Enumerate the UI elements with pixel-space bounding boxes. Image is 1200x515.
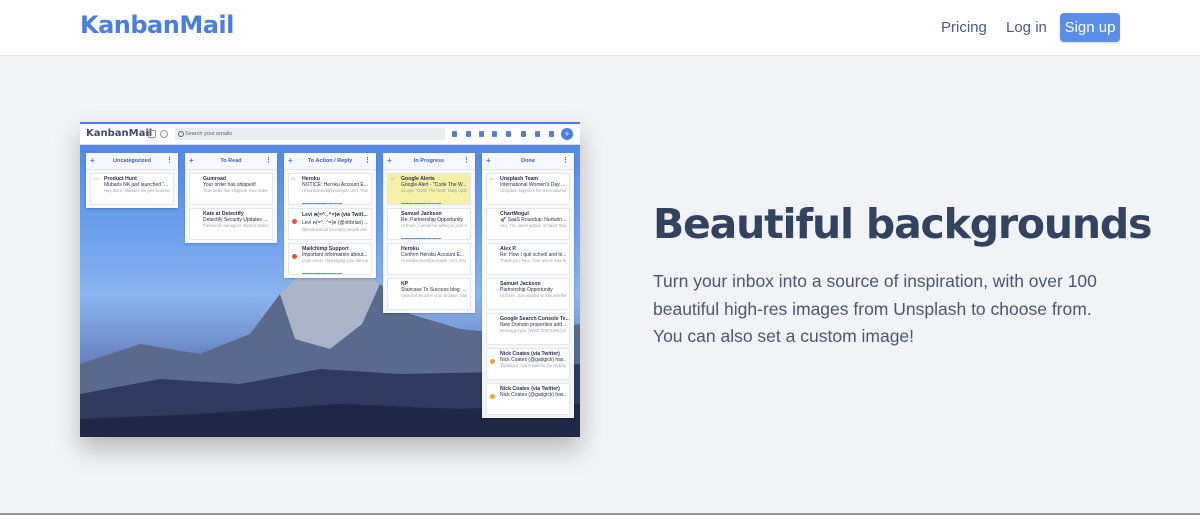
kanban-column: + In Progress ⋮ 1d Google Alerts Google Alert… <box>383 153 475 313</box>
card-subject: Levi ฅ(=^‥^=)ฅ (@vtrbrian) ... <box>302 220 368 226</box>
hero-title: Beautiful backgrounds <box>653 200 1152 248</box>
card-time: 1d <box>489 177 494 181</box>
column-title: Done <box>521 158 535 164</box>
card-subject: Nick Coates (@gadgick) has... <box>500 392 566 398</box>
more-icon: ⋮ <box>463 157 470 164</box>
signup-button[interactable]: Sign up <box>1060 13 1120 42</box>
kanban-column: + Done ⋮ 1d Unsplash Team International Women… <box>482 153 574 418</box>
card-tag: OLD EMAIL ADDRESS <box>302 273 343 275</box>
email-card: Samuel Jackson Re: Partnership Opportunit… <box>387 208 471 240</box>
card-snippet: @kanbanmail So many people are asking us… <box>302 227 368 232</box>
kanban-column: + To Action / Reply ⋮ 2d Heroku NOTICE: Herok… <box>284 153 376 278</box>
card-snippet: Hi kanbanmail@example.com, This is a not… <box>302 188 368 193</box>
card-snippet: Hi there, I would be willing to post som… <box>401 223 467 228</box>
email-card: 20d Product Hunt Mubaris NK just launched … <box>90 173 174 205</box>
column-title: To Action / Reply <box>307 158 353 164</box>
mock-search-input: Search your emails <box>175 128 445 140</box>
column-title: To Read <box>220 158 242 164</box>
mock-logo: KanbanMail <box>86 128 153 139</box>
card-snippet: @gadgick: Can't wait for the redesign wh… <box>500 363 566 368</box>
card-sender: Levi ฅ(=^‥^=)ฅ (via Twitt... <box>302 212 368 218</box>
kanban-column: + To Read ⋮ Gumroad Your order has shipped! Y… <box>185 153 277 243</box>
card-tag: OLD EMAIL ADDRESS <box>401 203 442 205</box>
hero-description: Turn your inbox into a source of inspira… <box>653 271 1097 346</box>
more-icon: ⋮ <box>265 157 272 164</box>
column-header: + Uncategorized ⋮ <box>86 153 178 170</box>
email-card: 2d Heroku NOTICE: Heroku Account E... Hi ka… <box>288 173 372 205</box>
nav-link-login[interactable]: Log in <box>1006 19 1047 36</box>
brand-logo[interactable]: KanbanMail <box>80 11 234 39</box>
card-time: 20d <box>93 177 100 181</box>
card-time: 1d <box>390 177 395 181</box>
email-card: 1d Unsplash Team International Women's Day… <box>486 173 570 205</box>
column-header: + Done ⋮ <box>482 153 574 170</box>
email-card: 1d Google Alerts Google Alert - "Code The … <box>387 173 471 205</box>
card-snippet: View this email in your browser Staircas… <box>401 293 467 298</box>
top-navbar: KanbanMail Pricing Log in Sign up <box>0 0 1200 56</box>
email-card: KP Staircase To Success blog: ... View thi… <box>387 278 471 310</box>
column-title: Uncategorized <box>113 158 151 164</box>
send-icon <box>492 131 497 137</box>
more-icon: ⋮ <box>364 157 371 164</box>
mock-search-placeholder: Search your emails <box>185 131 233 137</box>
add-icon: + <box>486 156 491 165</box>
status-dot-icon <box>490 359 495 364</box>
card-snippet: Google "Code The Web" Daily update - Mar… <box>401 188 467 193</box>
email-card: Alex P. Re: How I quit school and le... Th… <box>486 243 570 275</box>
help-icon <box>466 131 471 137</box>
card-snippet: Hey there, Mubaris NK just launched "Pro… <box>104 188 170 193</box>
add-icon: + <box>387 156 392 165</box>
email-card: Nick Coates (via Twitter) Nick Coates (@g… <box>486 348 570 380</box>
email-card: Levi ฅ(=^‥^=)ฅ (via Twitt... Levi ฅ(=^‥^=… <box>288 208 372 240</box>
kanban-column: + Uncategorized ⋮ 20d Product Hunt Mubaris NK… <box>86 153 178 208</box>
email-card: Kate at Detectify Detectify Security Upda… <box>189 208 273 240</box>
refresh-icon <box>452 131 457 137</box>
collapse-icon <box>160 130 168 138</box>
trash-icon <box>535 131 540 137</box>
card-snippet: Hi there, Just wanted to ask whether you… <box>500 293 566 298</box>
column-header: + To Read ⋮ <box>185 153 277 170</box>
inbox-icon <box>148 130 156 138</box>
card-tag: OLD EMAIL ADDRESS <box>302 203 343 205</box>
document-icon <box>479 131 484 137</box>
card-snippet: Learn more | Managing your data and how … <box>302 258 368 263</box>
card-snippet: Password managers. Best of Detectify's l… <box>203 223 269 228</box>
card-snippet: Thank you! Alex, Your article was featur… <box>500 258 566 263</box>
card-snippet: Hey, The latest edition of SaaS Roundup:… <box>500 223 566 228</box>
email-card: Samuel Jackson Partnership Opportunity Hi … <box>486 278 570 310</box>
more-icon: ⋮ <box>166 157 173 164</box>
email-card: Heroku Confirm Heroku Account E... Hi kanb… <box>387 243 471 275</box>
card-snippet: Your order has shipped! Your order of Th… <box>203 188 269 193</box>
email-card: Google Search Console Te... New Domain pr… <box>486 313 570 345</box>
add-icon: + <box>288 156 293 165</box>
card-time: 2d <box>291 177 296 181</box>
app-screenshot: KanbanMail Search your emails + + Uncateg… <box>80 122 580 437</box>
add-icon: + <box>90 156 95 165</box>
compose-icon: + <box>561 128 573 140</box>
status-dot-icon <box>292 254 297 259</box>
card-snippet: Unsplash supports the International Wome… <box>500 188 566 193</box>
settings-icon <box>549 131 554 137</box>
card-snippet: Hi kanbanmail@example.com, You recently … <box>401 258 467 263</box>
status-dot-icon <box>292 219 297 224</box>
more-icon: ⋮ <box>562 157 569 164</box>
nav-link-pricing[interactable]: Pricing <box>941 19 987 36</box>
email-card: Nick Coates (via Twitter) Nick Coates (@g… <box>486 383 570 415</box>
status-dot-icon <box>490 394 495 399</box>
column-header: + To Action / Reply ⋮ <box>284 153 376 170</box>
block-icon <box>506 131 511 137</box>
column-header: + In Progress ⋮ <box>383 153 475 170</box>
email-card: Mailchimp Support Important information a… <box>288 243 372 275</box>
search-icon <box>178 131 184 137</box>
email-card: Gumroad Your order has shipped! Your order… <box>189 173 273 205</box>
archive-icon <box>521 131 526 137</box>
column-title: In Progress <box>413 158 445 164</box>
add-icon: + <box>189 156 194 165</box>
card-snippet: Message type: [WNC-20074936] Search Cons… <box>500 328 566 333</box>
mock-app-toolbar: KanbanMail Search your emails + <box>80 124 580 145</box>
email-card: ChartMogul 🚀 SaaS Roundup: Nurturin... Hey… <box>486 208 570 240</box>
card-tag: OLD EMAIL ADDRESS <box>401 238 442 240</box>
